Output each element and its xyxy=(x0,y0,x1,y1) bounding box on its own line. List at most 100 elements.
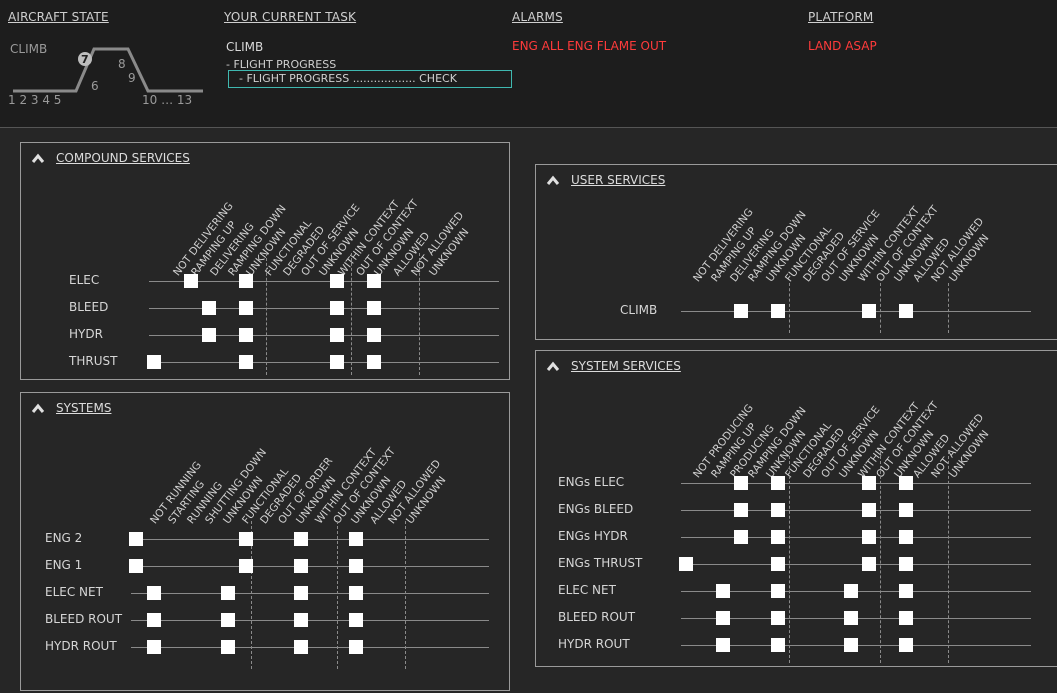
system-services-state-marker xyxy=(679,557,693,571)
systems-row-track xyxy=(131,539,489,540)
flight-phase-diagram: 1 2 3 4 5 6 7 8 9 10 … 13 xyxy=(8,35,208,120)
collapse-chevron-icon[interactable] xyxy=(31,152,45,164)
systems-panel: SYSTEMS NOT RUNNING STARTING RUNNING SHUTTIN… xyxy=(20,392,510,691)
current-task: CLIMB xyxy=(226,40,264,54)
systems-state-marker xyxy=(348,613,363,627)
system-services-row-label: HYDR ROUT xyxy=(558,637,630,651)
compound-state-marker xyxy=(238,355,253,369)
compound-state-marker xyxy=(238,328,253,342)
system-services-state-marker xyxy=(862,503,876,517)
systems-state-marker xyxy=(129,559,143,573)
systems-row-track xyxy=(131,647,489,648)
system-services-state-marker xyxy=(862,476,876,490)
systems-state-marker xyxy=(348,640,363,654)
system-services-state-marker xyxy=(770,611,785,625)
compound-state-marker xyxy=(183,274,198,288)
compound-state-marker xyxy=(330,355,344,369)
compound-row-label: BLEED xyxy=(69,300,109,314)
systems-row-label: ENG 2 xyxy=(45,531,83,545)
system-services-state-marker xyxy=(733,503,748,517)
systems-state-marker xyxy=(348,586,363,600)
system-services-state-marker xyxy=(715,611,730,625)
system-services-state-marker xyxy=(843,611,858,625)
systems-state-marker xyxy=(293,532,308,546)
compound-state-marker xyxy=(147,355,161,369)
compound-state-marker xyxy=(201,328,216,342)
user-group-separator xyxy=(789,283,790,333)
system-services-row-label: ENGs THRUST xyxy=(558,556,643,570)
aircraft-state-title: AIRCRAFT STATE xyxy=(8,10,109,24)
collapse-chevron-icon[interactable] xyxy=(31,402,45,414)
platform-text: LAND ASAP xyxy=(808,39,877,53)
collapse-chevron-icon[interactable] xyxy=(546,360,560,372)
systems-title[interactable]: SYSTEMS xyxy=(56,401,111,415)
user-row-label: CLIMB xyxy=(620,303,658,317)
systems-state-marker xyxy=(129,532,143,546)
systems-state-marker xyxy=(293,586,308,600)
systems-row-track xyxy=(131,566,489,567)
current-task-title: YOUR CURRENT TASK xyxy=(224,10,357,24)
task-check-text: - FLIGHT PROGRESS .................. CHE… xyxy=(239,72,457,85)
user-state-marker xyxy=(770,304,785,318)
system-services-state-marker xyxy=(862,557,876,571)
compound-state-marker xyxy=(366,301,381,315)
system-services-state-marker xyxy=(898,503,913,517)
systems-state-marker xyxy=(147,640,162,654)
system-services-state-marker xyxy=(898,611,913,625)
compound-state-marker xyxy=(330,301,344,315)
compound-row-track xyxy=(149,281,499,282)
compound-state-marker xyxy=(366,328,381,342)
systems-state-marker xyxy=(238,532,253,546)
system-services-state-marker xyxy=(898,530,913,544)
system-services-row-label: ENGs BLEED xyxy=(558,502,634,516)
system-services-state-marker xyxy=(898,584,913,598)
phase-number-6: 6 xyxy=(91,79,99,93)
task-check-item[interactable]: - FLIGHT PROGRESS .................. CHE… xyxy=(228,70,512,88)
user-title[interactable]: USER SERVICES xyxy=(571,173,665,187)
system-services-state-marker xyxy=(770,638,785,652)
system-services-state-marker xyxy=(770,584,785,598)
systems-row-label: ENG 1 xyxy=(45,558,83,572)
compound-row-track xyxy=(149,362,499,363)
compound-state-marker xyxy=(201,301,216,315)
system-services-state-marker xyxy=(898,557,913,571)
collapse-chevron-icon[interactable] xyxy=(546,174,560,186)
compound-group-separator xyxy=(266,253,267,375)
phase-numbers-right: 10 … 13 xyxy=(142,93,193,107)
user-services-panel: USER SERVICES NOT DELIVERING RAMPING UP DEL… xyxy=(535,164,1057,340)
systems-state-marker xyxy=(293,559,308,573)
systems-state-marker xyxy=(348,532,363,546)
system-services-state-marker xyxy=(898,476,913,490)
system-services-state-marker xyxy=(770,503,785,517)
systems-state-marker xyxy=(293,613,308,627)
systems-state-marker xyxy=(238,559,253,573)
systems-row-track xyxy=(131,620,489,621)
system-services-state-marker xyxy=(770,530,785,544)
system-services-row-label: BLEED ROUT xyxy=(558,610,636,624)
systems-state-marker xyxy=(348,559,363,573)
phase-number-7: 7 xyxy=(81,53,89,66)
system-services-state-marker xyxy=(898,638,913,652)
compound-group-separator xyxy=(351,253,352,375)
compound-row-label: THRUST xyxy=(69,354,118,368)
system-services-state-marker xyxy=(733,530,748,544)
systems-state-marker xyxy=(147,586,162,600)
systems-row-label: HYDR ROUT xyxy=(45,639,117,653)
system-services-title[interactable]: SYSTEM SERVICES xyxy=(571,359,681,373)
system-services-state-marker xyxy=(843,638,858,652)
system-services-row-label: ENGs HYDR xyxy=(558,529,628,543)
user-state-marker xyxy=(733,304,748,318)
compound-state-marker xyxy=(330,328,344,342)
system-services-state-marker xyxy=(862,530,876,544)
systems-row-label: BLEED ROUT xyxy=(45,612,123,626)
system-services-state-marker xyxy=(715,638,730,652)
system-services-row-label: ELEC NET xyxy=(558,583,616,597)
phase-number-9: 9 xyxy=(128,71,136,85)
system-services-row-track xyxy=(681,564,1031,565)
system-services-state-marker xyxy=(843,584,858,598)
system-services-state-marker xyxy=(733,476,748,490)
user-state-marker xyxy=(898,304,913,318)
compound-state-marker xyxy=(330,274,344,288)
compound-title[interactable]: COMPOUND SERVICES xyxy=(56,151,190,165)
systems-state-marker xyxy=(220,613,235,627)
